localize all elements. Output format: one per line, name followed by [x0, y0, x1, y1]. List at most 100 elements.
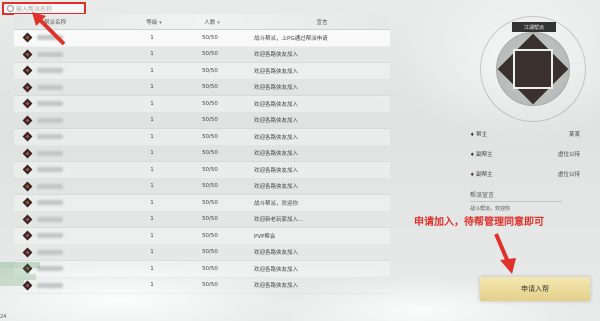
level-cell: 1 [150, 216, 154, 223]
header-level[interactable]: 等级 ▾ [134, 18, 170, 26]
guild-name-cell [14, 230, 134, 241]
table-row[interactable]: 1 50/50 战斗帮派，欢迎你 [14, 195, 390, 212]
vice-leader-row: 副帮主 虚位以待 [470, 170, 580, 178]
table-row[interactable]: 1 50/50 PVP帮会 [14, 228, 390, 245]
guild-emblem-icon [22, 214, 33, 225]
level-cell: 1 [150, 166, 154, 173]
level-cell: 1 [150, 133, 154, 140]
guild-name-cell [14, 247, 134, 258]
level-cell: 1 [150, 51, 154, 58]
table-row[interactable]: 1 50/50 欢迎各路侠友加入 [14, 63, 390, 80]
members-cell: 50/50 [202, 199, 218, 206]
emblem-frame [513, 49, 553, 89]
declaration-cell: 欢迎各路侠友加入 [254, 85, 299, 92]
guild-name-blurred [37, 35, 63, 41]
guild-name-blurred [37, 84, 63, 90]
declaration-heading: 帮派宣言 [470, 190, 562, 202]
guild-emblem-icon [22, 65, 33, 76]
guild-name-blurred [37, 150, 63, 156]
guild-name-blurred [37, 216, 63, 222]
level-cell: 1 [150, 282, 154, 289]
guild-name-cell [14, 131, 134, 142]
table-row[interactable]: 1 50/50 欢迎各路侠友加入 [14, 162, 390, 179]
apply-join-button[interactable]: 申请入帮 [480, 277, 590, 301]
guild-name-blurred [37, 183, 63, 189]
guild-name-blurred [37, 101, 63, 107]
table-row[interactable]: 1 50/50 欢迎各路侠友加入 [14, 245, 390, 261]
table-row[interactable]: 1 50/50 战斗帮派，上PG通过帮派申请 [14, 30, 390, 47]
level-cell: 1 [150, 232, 154, 239]
search-placeholder: 输入帮派名称 [16, 6, 53, 13]
guild-emblem-icon [22, 181, 33, 192]
guild-emblem-icon [22, 230, 33, 241]
table-row[interactable]: 1 50/50 欢迎各路侠友加入 [14, 80, 390, 96]
guild-name-cell [14, 197, 134, 208]
declaration-cell: 欢迎各路侠友加入 [254, 101, 299, 108]
members-cell: 50/50 [202, 150, 218, 157]
declaration-cell: 战斗帮派，欢迎你 [254, 200, 299, 207]
sort-icon: ▾ [217, 19, 220, 26]
declaration-cell: 欢迎各路侠友加入 [254, 134, 299, 141]
guild-emblem-icon [22, 148, 33, 159]
table-row[interactable]: 1 50/50 欢迎各路侠友加入 [14, 179, 390, 195]
declaration-cell: 欢迎各路侠友加入 [254, 52, 299, 59]
header-name[interactable]: 帮派名称 [14, 18, 134, 26]
guild-name-cell [14, 65, 134, 76]
guild-table: 帮派名称 等级 ▾ 人数 ▾ 宣言 1 50/50 战斗帮派，上PG通过帮派申请 1 50/… [14, 14, 390, 294]
level-cell: 1 [150, 84, 154, 91]
guild-name-cell [14, 148, 134, 159]
table-body: 1 50/50 战斗帮派，上PG通过帮派申请 1 50/50 欢迎各路侠友加入 1 50/50… [14, 30, 390, 294]
members-cell: 50/50 [202, 282, 218, 289]
red-arrow-annotation [494, 233, 516, 274]
guild-emblem-icon [22, 247, 33, 258]
declaration-cell: 欢迎新老玩家加入… [254, 217, 304, 224]
header-members[interactable]: 人数 ▾ [170, 18, 250, 26]
guild-name-cell [14, 32, 134, 43]
members-cell: 50/50 [202, 265, 218, 272]
table-row[interactable]: 1 50/50 欢迎各路侠友加入 [14, 113, 390, 129]
guild-emblem-icon [22, 115, 33, 126]
level-cell: 1 [150, 67, 154, 74]
declaration-cell: 欢迎各路侠友加入 [254, 118, 299, 125]
members-cell: 50/50 [202, 133, 218, 140]
guild-emblem-icon [22, 131, 33, 142]
members-cell: 50/50 [202, 166, 218, 173]
table-row[interactable]: 1 50/50 欢迎各路侠友加入 [14, 278, 390, 294]
guild-name-blurred [37, 51, 63, 57]
members-cell: 50/50 [202, 34, 218, 41]
header-declaration: 宣言 [316, 19, 328, 26]
vice-leader-row: 副帮主 虚位以待 [470, 150, 580, 158]
guild-emblem-icon [22, 32, 33, 43]
table-header: 帮派名称 等级 ▾ 人数 ▾ 宣言 [14, 14, 390, 30]
level-cell: 1 [150, 150, 154, 157]
declaration-cell: 欢迎各路侠友加入 [254, 151, 299, 158]
guild-name-cell [14, 82, 134, 93]
members-cell: 50/50 [202, 51, 218, 58]
table-row[interactable]: 1 50/50 欢迎各路侠友加入 [14, 47, 390, 63]
table-row[interactable]: 1 50/50 欢迎各路侠友加入 [14, 146, 390, 162]
guild-emblem-icon [22, 164, 33, 175]
level-cell: 1 [150, 249, 154, 256]
table-row[interactable]: 1 50/50 欢迎各路侠友加入 [14, 96, 390, 113]
guild-name-cell [14, 49, 134, 60]
members-cell: 50/50 [202, 216, 218, 223]
members-cell: 50/50 [202, 249, 218, 256]
declaration-cell: PVP帮会 [254, 233, 276, 240]
guild-name-cell [14, 98, 134, 109]
level-cell: 1 [150, 100, 154, 107]
table-row[interactable]: 1 50/50 欢迎新老玩家加入… [14, 212, 390, 228]
guild-name-blurred [37, 249, 63, 255]
guild-name-cell [14, 115, 134, 126]
guild-name-blurred [37, 68, 63, 74]
declaration-cell: 欢迎各路侠友加入 [254, 184, 299, 191]
declaration-text: 战斗帮派，欢迎你 [470, 206, 511, 212]
table-row[interactable]: 1 50/50 欢迎各路侠友加入 [14, 129, 390, 146]
guild-name-cell [14, 164, 134, 175]
table-row[interactable]: 1 50/50 欢迎各路侠友加入 [14, 261, 390, 278]
hud-overlay [0, 262, 70, 286]
members-cell: 50/50 [202, 84, 218, 91]
guild-officers: 帮主 某某 副帮主 虚位以待 副帮主 虚位以待 帮派宣言 战斗帮派，欢迎你 [470, 130, 580, 212]
declaration-cell: 欢迎各路侠友加入 [254, 68, 299, 75]
level-cell: 1 [150, 199, 154, 206]
guild-emblem-icon [22, 98, 33, 109]
